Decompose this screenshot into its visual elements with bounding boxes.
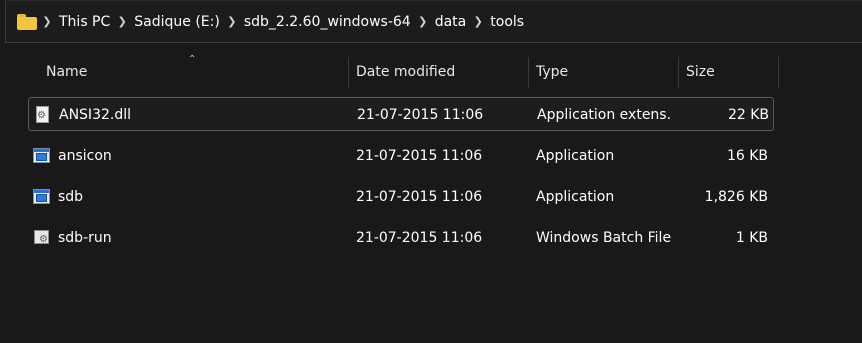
file-type: Windows Batch File: [536, 230, 671, 246]
batch-file-icon: ⚙: [33, 229, 50, 246]
file-date: 21-07-2015 11:06: [356, 230, 483, 246]
file-row[interactable]: sdb 21-07-2015 11:06 Application 1,826 K…: [28, 180, 774, 214]
file-explorer-window: ❯ This PC ❯ Sadique (E:) ❯ sdb_2.2.60_wi…: [0, 0, 862, 343]
file-name: ansicon: [58, 148, 112, 164]
file-date: 21-07-2015 11:06: [356, 189, 483, 205]
file-size: 16 KB: [726, 148, 768, 164]
column-size[interactable]: Size: [686, 57, 776, 88]
column-date-modified[interactable]: Date modified: [356, 57, 526, 88]
chevron-right-icon[interactable]: ❯: [112, 15, 132, 28]
chevron-right-icon[interactable]: ❯: [468, 15, 488, 28]
chevron-right-icon[interactable]: ❯: [37, 15, 57, 28]
file-date: 21-07-2015 11:06: [357, 107, 484, 123]
file-row[interactable]: ⚙ sdb-run 21-07-2015 11:06 Windows Batch…: [28, 221, 774, 255]
column-divider[interactable]: [778, 57, 779, 88]
folder-icon: [17, 13, 37, 30]
file-type: Application: [536, 189, 615, 205]
file-name: sdb: [58, 189, 84, 205]
breadcrumb-data[interactable]: data: [433, 14, 469, 30]
column-type[interactable]: Type: [536, 57, 676, 88]
breadcrumb-drive[interactable]: Sadique (E:): [132, 14, 222, 30]
breadcrumb-this-pc[interactable]: This PC: [57, 14, 112, 30]
application-icon: [33, 188, 50, 205]
file-row[interactable]: ⚙ ANSI32.dll 21-07-2015 11:06 Applicatio…: [28, 97, 774, 131]
file-type: Application: [536, 148, 615, 164]
breadcrumb-sdb-folder[interactable]: sdb_2.2.60_windows-64: [242, 14, 413, 30]
file-row[interactable]: ansicon 21-07-2015 11:06 Application 16 …: [28, 139, 774, 173]
column-name[interactable]: Name: [46, 57, 346, 88]
file-date: 21-07-2015 11:06: [356, 148, 483, 164]
file-size: 22 KB: [727, 107, 769, 123]
file-name: sdb-run: [58, 230, 112, 246]
column-divider[interactable]: [678, 57, 679, 88]
column-divider[interactable]: [528, 57, 529, 88]
breadcrumb-tools[interactable]: tools: [488, 14, 526, 30]
file-name: ANSI32.dll: [59, 107, 131, 123]
chevron-right-icon[interactable]: ❯: [222, 15, 242, 28]
file-size: 1,826 KB: [704, 189, 768, 205]
dll-file-icon: ⚙: [34, 106, 51, 123]
file-type: Application extens...: [537, 107, 672, 123]
address-bar[interactable]: ❯ This PC ❯ Sadique (E:) ❯ sdb_2.2.60_wi…: [5, 0, 862, 43]
column-divider[interactable]: [348, 57, 349, 88]
application-icon: [33, 147, 50, 164]
chevron-right-icon[interactable]: ❯: [413, 15, 433, 28]
column-header: ⌃ Name Date modified Type Size: [0, 55, 862, 88]
file-size: 1 KB: [735, 230, 768, 246]
